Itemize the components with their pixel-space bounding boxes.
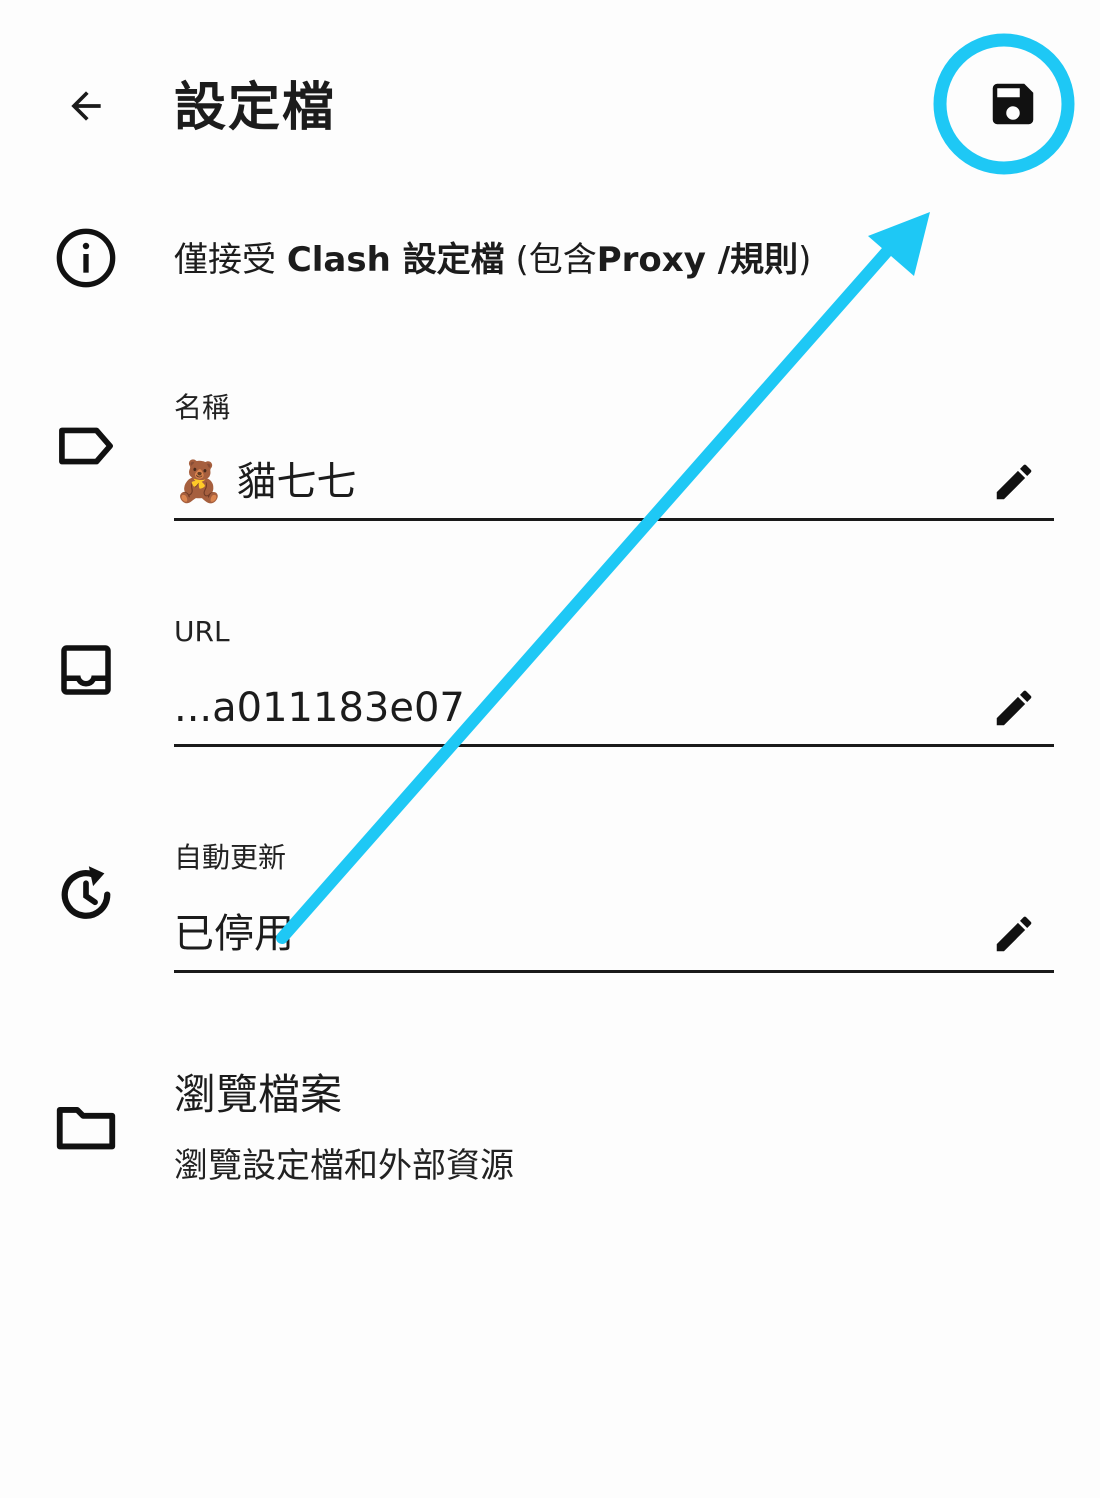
auto-update-field-underline (174, 970, 1054, 973)
browse-files-item[interactable]: 瀏覽檔案 瀏覽設定檔和外部資源 (174, 1064, 1054, 1192)
url-field-value: ...a011183e07 (174, 685, 465, 731)
arrow-left-icon (71, 91, 101, 121)
name-field-value: 🧸 貓七七 (174, 459, 357, 505)
name-field-underline (174, 518, 1054, 521)
url-field[interactable]: URL ...a011183e07 (174, 612, 1054, 747)
auto-update-field-label: 自動更新 (174, 841, 287, 874)
label-tag-icon (50, 410, 122, 482)
annotation-arrow-head (868, 212, 930, 276)
url-field-label: URL (174, 615, 230, 648)
auto-update-field[interactable]: 自動更新 已停用 (174, 838, 1054, 973)
back-button[interactable] (52, 72, 120, 140)
pencil-edit-icon[interactable] (988, 682, 1040, 734)
save-button[interactable] (968, 64, 1058, 144)
browse-files-subtitle: 瀏覽設定檔和外部資源 (174, 1146, 514, 1186)
url-field-underline (174, 744, 1054, 747)
history-clock-icon (50, 860, 122, 932)
browse-files-title: 瀏覽檔案 (174, 1070, 343, 1119)
folder-icon (50, 1090, 122, 1162)
annotation-overlay (276, 33, 1075, 944)
page-title: 設定檔 (174, 78, 337, 138)
auto-update-field-value: 已停用 (174, 911, 294, 957)
info-message: 僅接受 Clash 設定檔 (包含Proxy /規則) (174, 240, 812, 280)
info-circle-icon (50, 222, 122, 294)
pencil-edit-icon[interactable] (988, 908, 1040, 960)
name-field[interactable]: 名稱 🧸 貓七七 (174, 388, 1054, 521)
inbox-tray-icon (50, 634, 122, 706)
annotation-arrow-shaft (276, 242, 896, 944)
floppy-disk-icon (992, 83, 1034, 125)
pencil-edit-icon[interactable] (988, 456, 1040, 508)
name-field-label: 名稱 (174, 391, 231, 424)
